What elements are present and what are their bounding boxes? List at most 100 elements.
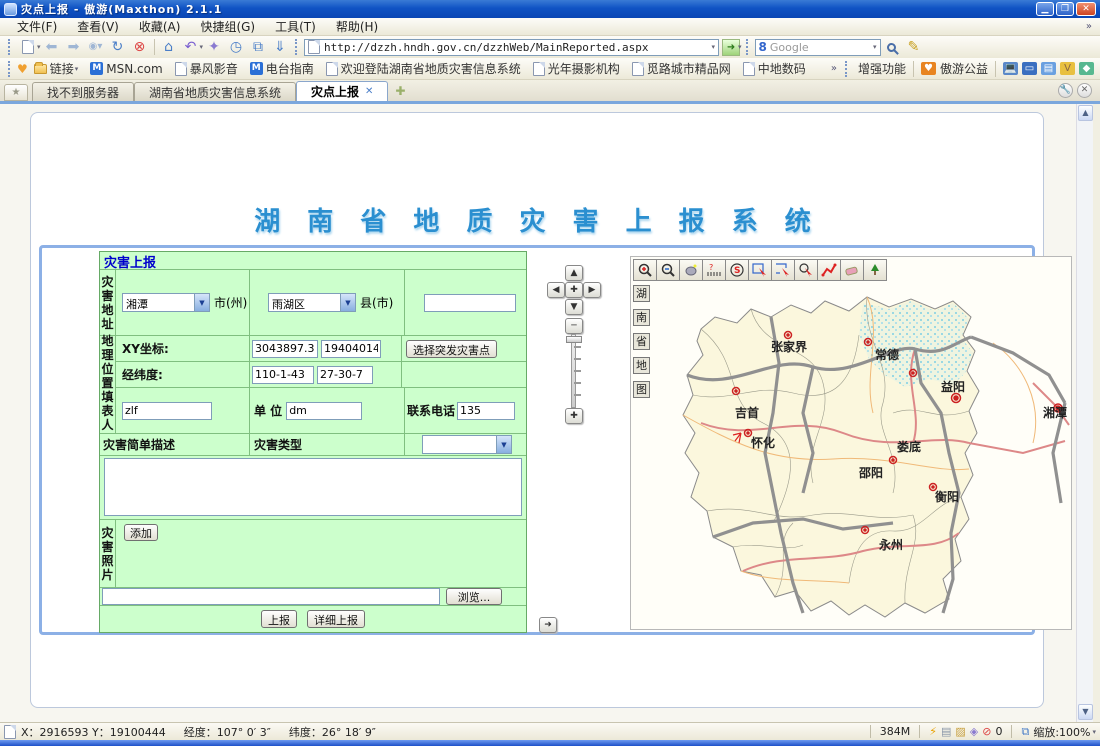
search-input[interactable]: Google: [770, 41, 872, 54]
add-photo-button[interactable]: 添加: [124, 524, 158, 541]
scroll-down-icon[interactable]: ▼: [1078, 704, 1093, 720]
tab-list-star-icon[interactable]: ★: [4, 84, 28, 101]
pick-disaster-point-button[interactable]: 选择突发灾害点: [406, 340, 497, 358]
map-scale-icon[interactable]: S: [725, 259, 749, 281]
wrench-settings-icon[interactable]: 🔧: [1058, 83, 1073, 98]
history-clock-icon[interactable]: ◷: [225, 38, 247, 56]
menubar-overflow-icon[interactable]: »: [1086, 21, 1092, 32]
scroll-up-icon[interactable]: ▲: [1078, 105, 1093, 121]
tab-close-icon[interactable]: ✕: [365, 86, 373, 97]
menu-help[interactable]: 帮助(H): [327, 17, 387, 36]
address-url[interactable]: http://dzzh.hndh.gov.cn/dzzhWeb/MainRepo…: [324, 41, 709, 54]
page-scrollbar[interactable]: ▲ ▼: [1076, 104, 1093, 722]
link-window-icon[interactable]: ⧉: [247, 38, 269, 56]
map-measure-icon[interactable]: ?: [702, 259, 726, 281]
y-coordinate-input[interactable]: [321, 340, 381, 358]
zoom-dropdown-icon[interactable]: ▾: [1092, 728, 1096, 736]
minimize-button[interactable]: ▁: [1036, 2, 1054, 16]
bookmark-overflow-icon[interactable]: »: [831, 63, 837, 74]
layer-button-nan[interactable]: 南: [633, 309, 650, 326]
layer-button-di[interactable]: 地: [633, 357, 650, 374]
package-icon[interactable]: ◆: [1079, 62, 1094, 75]
new-tab-icon[interactable]: [17, 38, 39, 56]
search-engine-dropdown-icon[interactable]: ▾: [873, 43, 877, 51]
pan-up-button[interactable]: ▲: [565, 265, 583, 281]
bookmark-city-boutique[interactable]: 觅路城市精品网: [626, 60, 737, 77]
ad-blocker-icon[interactable]: ⊘: [982, 725, 991, 738]
bookmark-zhongdi-digital[interactable]: 中地数码: [737, 60, 812, 77]
search-magnifier-icon[interactable]: [881, 38, 903, 56]
address-detail-input[interactable]: [424, 294, 516, 312]
favorites-heart-icon[interactable]: ♥: [17, 62, 28, 76]
extra-features-link[interactable]: 增强功能: [858, 60, 906, 77]
notes-icon[interactable]: ▤: [1041, 62, 1056, 75]
file-path-input[interactable]: [102, 588, 440, 605]
pan-left-button[interactable]: ◀: [547, 282, 565, 298]
map-full-extent-icon[interactable]: [863, 259, 887, 281]
latitude-input[interactable]: [317, 366, 373, 384]
city-select[interactable]: 湘潭 ▼: [122, 293, 210, 312]
pan-center-button[interactable]: ✚: [565, 282, 583, 298]
address-bar[interactable]: http://dzzh.hndh.gov.cn/dzzhWeb/MainRepo…: [304, 39, 719, 56]
pan-down-button[interactable]: ▼: [565, 299, 583, 315]
chevron-down-icon[interactable]: ▼: [340, 294, 355, 311]
hunan-map-canvas[interactable]: 张家界 常德 益阳 吉首 怀化 娄底 湘潭 邵阳 衡阳 永州: [653, 283, 1071, 629]
map-draw-line-icon[interactable]: [817, 259, 841, 281]
window-zoom-icon[interactable]: ⧉: [1021, 725, 1029, 739]
layer-button-sheng[interactable]: 省: [633, 333, 650, 350]
map-unselect-rect-icon[interactable]: [771, 259, 795, 281]
undo-icon[interactable]: ↶: [180, 38, 202, 56]
forward-icon[interactable]: ➡: [63, 38, 85, 56]
chevron-down-icon[interactable]: ▼: [194, 294, 209, 311]
download-icon[interactable]: ⇓: [269, 38, 291, 56]
close-tabs-icon[interactable]: ✕: [1077, 83, 1092, 98]
tab-server-not-found[interactable]: 找不到服务器: [32, 82, 134, 101]
eraser-status-icon[interactable]: ◈: [970, 725, 978, 738]
bookmark-hunan-geo-system[interactable]: 欢迎登陆湖南省地质灾害信息系统: [320, 60, 527, 77]
x-coordinate-input[interactable]: [252, 340, 318, 358]
restore-button[interactable]: ❐: [1056, 2, 1074, 16]
boost-lightning-icon[interactable]: ⚡: [929, 725, 937, 738]
stop-icon[interactable]: ⊗: [129, 38, 151, 56]
map-zoom-in-icon[interactable]: [633, 259, 657, 281]
folder-status-icon[interactable]: ▨: [955, 725, 965, 738]
map-select-circle-icon[interactable]: [794, 259, 818, 281]
back-icon[interactable]: ⬅: [41, 38, 63, 56]
proxy-printer-icon[interactable]: ▤: [941, 725, 951, 738]
tab-hunan-geo-info[interactable]: 湖南省地质灾害信息系统: [134, 82, 296, 101]
go-dropdown-icon[interactable]: ▾: [738, 43, 742, 51]
bookmark-photo-agency[interactable]: 光年摄影机构: [527, 60, 626, 77]
map-zoom-out-icon[interactable]: [656, 259, 680, 281]
menu-file[interactable]: 文件(F): [8, 17, 66, 36]
layer-button-tu[interactable]: 图: [633, 381, 650, 398]
search-box[interactable]: 8 Google ▾: [755, 39, 881, 56]
map-pan-icon[interactable]: [679, 259, 703, 281]
home-icon[interactable]: ⌂: [158, 38, 180, 56]
submit-button[interactable]: 上报: [261, 610, 297, 628]
history-dropdown-icon[interactable]: ◉▾: [85, 38, 107, 56]
zoom-slider-thumb[interactable]: [566, 336, 582, 343]
county-select[interactable]: 雨湖区 ▼: [268, 293, 356, 312]
bookmark-msn[interactable]: M MSN.com: [84, 62, 168, 76]
description-textarea[interactable]: [104, 458, 522, 516]
address-dropdown-icon[interactable]: ▾: [712, 43, 716, 51]
map-eraser-icon[interactable]: [840, 259, 864, 281]
bookmark-baofeng[interactable]: 暴风影音: [169, 60, 244, 77]
tab-disaster-report-active[interactable]: 灾点上报 ✕: [296, 81, 388, 101]
bookmark-links-folder[interactable]: 链接 ▾: [28, 60, 85, 77]
pen-tools-icon[interactable]: V: [1060, 62, 1075, 75]
menu-groups[interactable]: 快捷组(G): [191, 17, 264, 36]
map-select-rect-icon[interactable]: [748, 259, 772, 281]
phone-input[interactable]: [457, 402, 515, 420]
menu-view[interactable]: 查看(V): [68, 17, 128, 36]
menu-tools[interactable]: 工具(T): [266, 17, 325, 36]
window-mode-icon[interactable]: ▭: [1022, 62, 1037, 75]
refresh-icon[interactable]: ↻: [107, 38, 129, 56]
layer-button-hu[interactable]: 湖: [633, 285, 650, 302]
zoom-in-step-button[interactable]: ✚: [565, 408, 583, 424]
charity-link[interactable]: 傲游公益: [940, 60, 988, 77]
close-button[interactable]: ✕: [1076, 2, 1096, 16]
menu-favorites[interactable]: 收藏(A): [130, 17, 190, 36]
highlight-pen-icon[interactable]: ✎: [903, 38, 925, 56]
disaster-type-select[interactable]: ▼: [422, 435, 512, 454]
